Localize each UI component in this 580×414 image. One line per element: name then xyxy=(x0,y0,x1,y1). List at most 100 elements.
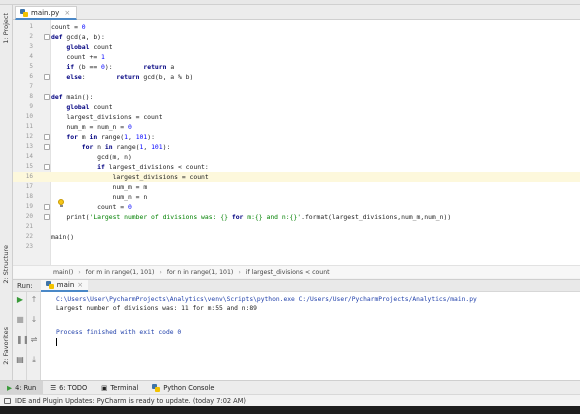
run-toolbar-left: ▶ ■ ❚❚ ▤ xyxy=(13,292,29,380)
line-number: 5 xyxy=(29,63,33,70)
code-line[interactable]: for m in range(1, 101): xyxy=(51,132,580,142)
fold-marker-icon[interactable] xyxy=(44,134,50,140)
scroll-to-end-icon[interactable]: ⤓ xyxy=(30,356,38,364)
code-line[interactable]: print('Largest number of divisions was: … xyxy=(51,212,580,222)
tool-python-console-button[interactable]: Python Console xyxy=(145,381,221,395)
code-line[interactable]: main() xyxy=(51,232,580,242)
code-line[interactable]: if (b == 0): return a xyxy=(51,62,580,72)
list-icon: ☰ xyxy=(50,383,57,392)
code-line[interactable]: largest_divisions = count xyxy=(51,172,580,182)
code-line[interactable]: global count xyxy=(51,102,580,112)
line-number: 2 xyxy=(29,33,33,40)
code-line[interactable]: count += 1 xyxy=(51,52,580,62)
layout-icon[interactable]: ▤ xyxy=(16,356,24,364)
python-icon xyxy=(152,383,161,392)
structure-tool-label: 2: Structure xyxy=(2,245,10,284)
line-number: 14 xyxy=(25,153,33,160)
code-editor[interactable]: 1 2 3 4 5 6 7 8 9 10 11 12 13 14 15 16 17 18 19 20 21 22 23 co… xyxy=(13,20,580,265)
code-line[interactable]: for n in range(1, 101): xyxy=(51,142,580,152)
line-number: 10 xyxy=(25,113,33,120)
play-icon: ▶ xyxy=(7,383,13,392)
notification-icon[interactable] xyxy=(4,397,11,404)
structure-tool-button[interactable]: 2: Structure xyxy=(2,245,10,284)
console-caret xyxy=(56,338,57,346)
line-number: 17 xyxy=(25,183,33,190)
tool-terminal-label: Terminal xyxy=(110,383,139,392)
breadcrumb-separator-icon: › xyxy=(78,268,81,276)
code-line[interactable] xyxy=(51,242,580,252)
run-toolbar-right: ↑ ↓ ⇌ ⤓ xyxy=(27,292,41,380)
rerun-icon[interactable]: ▶ xyxy=(16,296,24,304)
fold-marker-icon[interactable] xyxy=(44,34,50,40)
line-number: 20 xyxy=(25,213,33,220)
fold-marker-icon[interactable] xyxy=(44,94,50,100)
scroll-down-icon[interactable]: ↓ xyxy=(30,316,38,324)
line-number: 3 xyxy=(29,43,33,50)
code-line[interactable]: largest_divisions = count xyxy=(51,112,580,122)
line-number: 22 xyxy=(25,233,33,240)
lightbulb-icon[interactable] xyxy=(57,199,65,208)
fold-marker-icon[interactable] xyxy=(44,214,50,220)
line-number: 9 xyxy=(29,103,33,110)
os-taskbar xyxy=(0,406,580,414)
run-tab-main[interactable]: main × xyxy=(40,279,89,292)
line-number: 21 xyxy=(25,223,33,230)
line-number: 6 xyxy=(29,73,33,80)
line-number: 23 xyxy=(25,243,33,250)
code-line[interactable]: else: return gcd(b, a % b) xyxy=(51,72,580,82)
close-icon[interactable]: × xyxy=(64,9,70,17)
fold-marker-icon[interactable] xyxy=(44,144,50,150)
project-tool-button[interactable]: 1: Project xyxy=(2,13,10,44)
tab-label: main.py xyxy=(31,8,60,17)
line-number: 19 xyxy=(25,203,33,210)
code-line[interactable]: gcd(m, n) xyxy=(51,152,580,162)
pause-icon[interactable]: ❚❚ xyxy=(16,336,29,344)
stop-icon[interactable]: ■ xyxy=(16,316,24,324)
breadcrumb-item[interactable]: for n in range(1, 101) xyxy=(167,269,233,276)
tool-todo-button[interactable]: ☰ 6: TODO xyxy=(43,381,94,395)
code-line[interactable]: global count xyxy=(51,42,580,52)
breadcrumb-separator-icon: › xyxy=(238,268,241,276)
tool-terminal-button[interactable]: ▣ Terminal xyxy=(94,381,145,395)
line-number: 16 xyxy=(25,173,33,180)
code-line[interactable]: num_m = num_n = 0 xyxy=(51,122,580,132)
code-line[interactable] xyxy=(51,222,580,232)
tab-main-py[interactable]: main.py × xyxy=(15,6,78,20)
breadcrumb-item[interactable]: if largest_divisions < count xyxy=(246,269,330,276)
console-output-line: Largest number of divisions was: 11 for … xyxy=(56,305,257,312)
line-number: 12 xyxy=(25,133,33,140)
code-line[interactable] xyxy=(51,82,580,92)
code-line[interactable]: count = 0 xyxy=(51,202,580,212)
code-line[interactable]: num_m = m xyxy=(51,182,580,192)
tool-window-bar: ▶ 4: Run ☰ 6: TODO ▣ Terminal Python Con… xyxy=(0,380,580,395)
line-number: 1 xyxy=(29,23,33,30)
fold-marker-icon[interactable] xyxy=(44,164,50,170)
terminal-icon: ▣ xyxy=(101,383,108,392)
run-console[interactable]: C:\Users\User\PycharmProjects\Analytics\… xyxy=(41,292,580,380)
line-number: 8 xyxy=(29,93,33,100)
tool-run-button[interactable]: ▶ 4: Run xyxy=(0,380,44,395)
breadcrumb-item[interactable]: for m in range(1, 101) xyxy=(86,269,155,276)
code-line[interactable]: if largest_divisions < count: xyxy=(51,162,580,172)
close-icon[interactable]: × xyxy=(77,281,83,289)
code-line[interactable]: num_n = n xyxy=(51,192,580,202)
fold-marker-icon[interactable] xyxy=(44,204,50,210)
code-area[interactable]: count = 0 def gcd(a, b): global count cou… xyxy=(51,20,580,265)
favorites-tool-button[interactable]: 2: Favorites xyxy=(2,327,10,365)
pycharm-window: 1: Project 2: Structure 2: Favorites mai… xyxy=(0,0,580,414)
code-line[interactable]: def gcd(a, b): xyxy=(51,32,580,42)
line-number: 15 xyxy=(25,163,33,170)
status-message[interactable]: IDE and Plugin Updates: PyCharm is ready… xyxy=(15,397,246,405)
line-number: 18 xyxy=(25,193,33,200)
code-line[interactable]: count = 0 xyxy=(51,22,580,32)
scroll-up-icon[interactable]: ↑ xyxy=(30,296,38,304)
breadcrumb-item[interactable]: main() xyxy=(53,269,73,276)
console-command-line: C:\Users\User\PycharmProjects\Analytics\… xyxy=(56,296,477,303)
status-bar: IDE and Plugin Updates: PyCharm is ready… xyxy=(0,394,580,406)
line-number: 7 xyxy=(29,83,33,90)
python-file-icon xyxy=(20,8,28,17)
code-line[interactable]: def main(): xyxy=(51,92,580,102)
line-number: 4 xyxy=(29,53,33,60)
fold-marker-icon[interactable] xyxy=(44,74,50,80)
soft-wrap-icon[interactable]: ⇌ xyxy=(30,336,38,344)
